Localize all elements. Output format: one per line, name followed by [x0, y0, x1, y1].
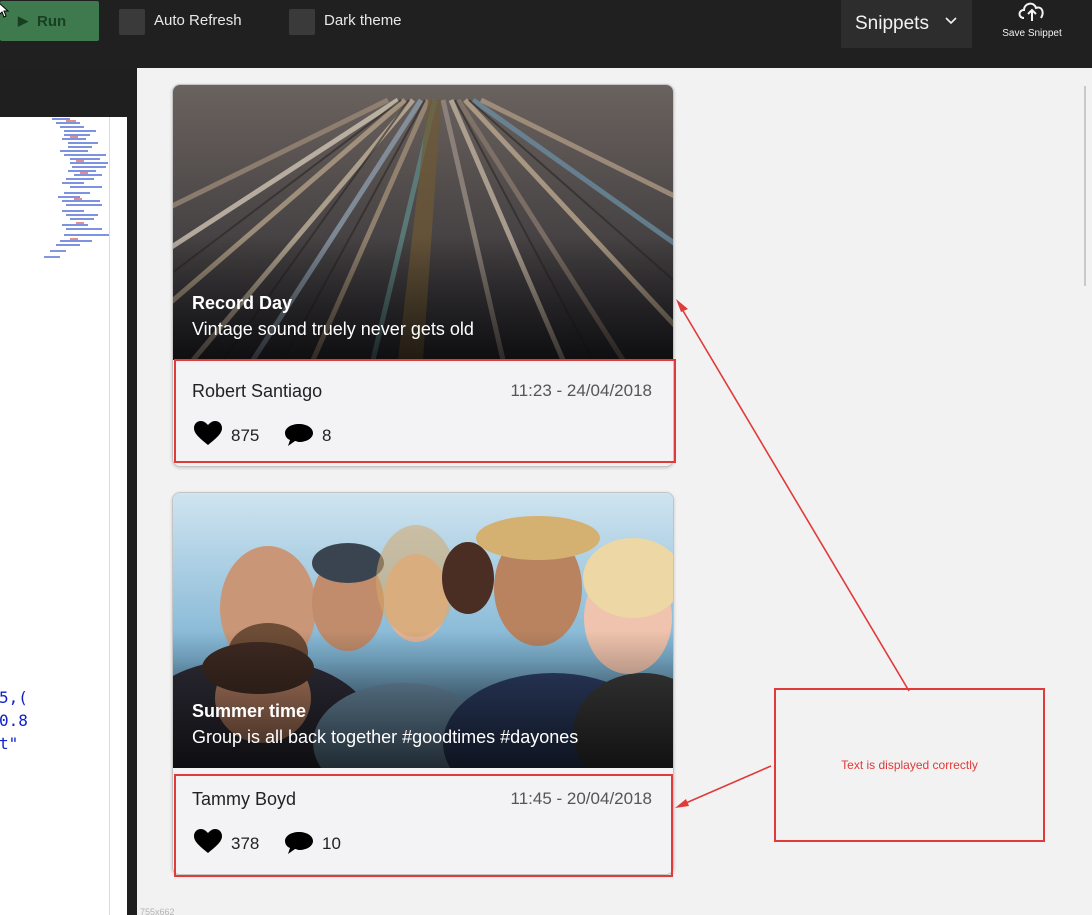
viewport-size-label: 755x662: [140, 907, 175, 915]
like-count: 875: [231, 426, 260, 445]
comment-icon[interactable]: [283, 422, 315, 448]
card-footer: Robert Santiago 11:23 - 24/04/2018 875 8: [173, 360, 673, 466]
auto-refresh-checkbox[interactable]: [119, 9, 145, 35]
post-card[interactable]: Summer time Group is all back together #…: [172, 492, 674, 875]
play-icon: ▶: [18, 13, 28, 28]
code-minimap[interactable]: [40, 117, 112, 262]
code-line: 5,(: [0, 688, 28, 707]
post-card[interactable]: Record Day Vintage sound truely never ge…: [172, 84, 674, 467]
author-name: Tammy Boyd: [192, 789, 297, 809]
card-footer: Tammy Boyd 11:45 - 20/04/2018 378 10: [173, 768, 673, 874]
run-label: Run: [37, 12, 67, 30]
preview-scrollbar[interactable]: [1084, 86, 1086, 286]
author-name: Robert Santiago: [192, 381, 323, 401]
annotation-note-text: Text is displayed correctly: [841, 758, 978, 772]
comment-count: 8: [322, 426, 332, 445]
mouse-cursor-icon: [0, 3, 10, 18]
card-subtitle: Group is all back together #goodtimes #d…: [192, 727, 579, 747]
heart-icon[interactable]: [193, 828, 223, 854]
dark-theme-checkbox[interactable]: [289, 9, 315, 35]
comment-count: 10: [322, 834, 341, 853]
heart-icon[interactable]: [193, 420, 223, 446]
code-editor[interactable]: 5,( 0.8 t": [0, 117, 127, 915]
code-line: 0.8: [0, 711, 28, 730]
cloud-upload-icon: [1018, 2, 1044, 21]
code-line: t": [0, 734, 19, 753]
editor-gutter-divider: [109, 117, 110, 915]
card-title: Summer time: [192, 701, 307, 721]
top-toolbar: ▶ Run Auto Refresh Dark theme Snippets S…: [0, 0, 1092, 68]
card-image-record-crates: Record Day Vintage sound truely never ge…: [173, 85, 673, 360]
card-image-group-selfie: Summer time Group is all back together #…: [173, 493, 673, 768]
chevron-down-icon: [945, 17, 957, 25]
post-timestamp: 11:23 - 24/04/2018: [510, 381, 652, 400]
snippets-label: Snippets: [855, 13, 929, 34]
post-timestamp: 11:45 - 20/04/2018: [510, 789, 652, 808]
comment-icon[interactable]: [283, 830, 315, 856]
auto-refresh-label: Auto Refresh: [154, 12, 242, 29]
run-button[interactable]: ▶ Run: [0, 1, 99, 41]
like-count: 378: [231, 834, 260, 853]
save-snippet-button[interactable]: Save Snippet: [996, 0, 1068, 48]
dark-theme-label: Dark theme: [324, 12, 402, 29]
card-title: Record Day: [192, 293, 293, 313]
save-snippet-label: Save Snippet: [1002, 28, 1062, 39]
snippets-dropdown[interactable]: Snippets: [841, 0, 972, 48]
annotation-note-box: Text is displayed correctly: [774, 688, 1045, 842]
card-subtitle: Vintage sound truely never gets old: [192, 319, 474, 339]
